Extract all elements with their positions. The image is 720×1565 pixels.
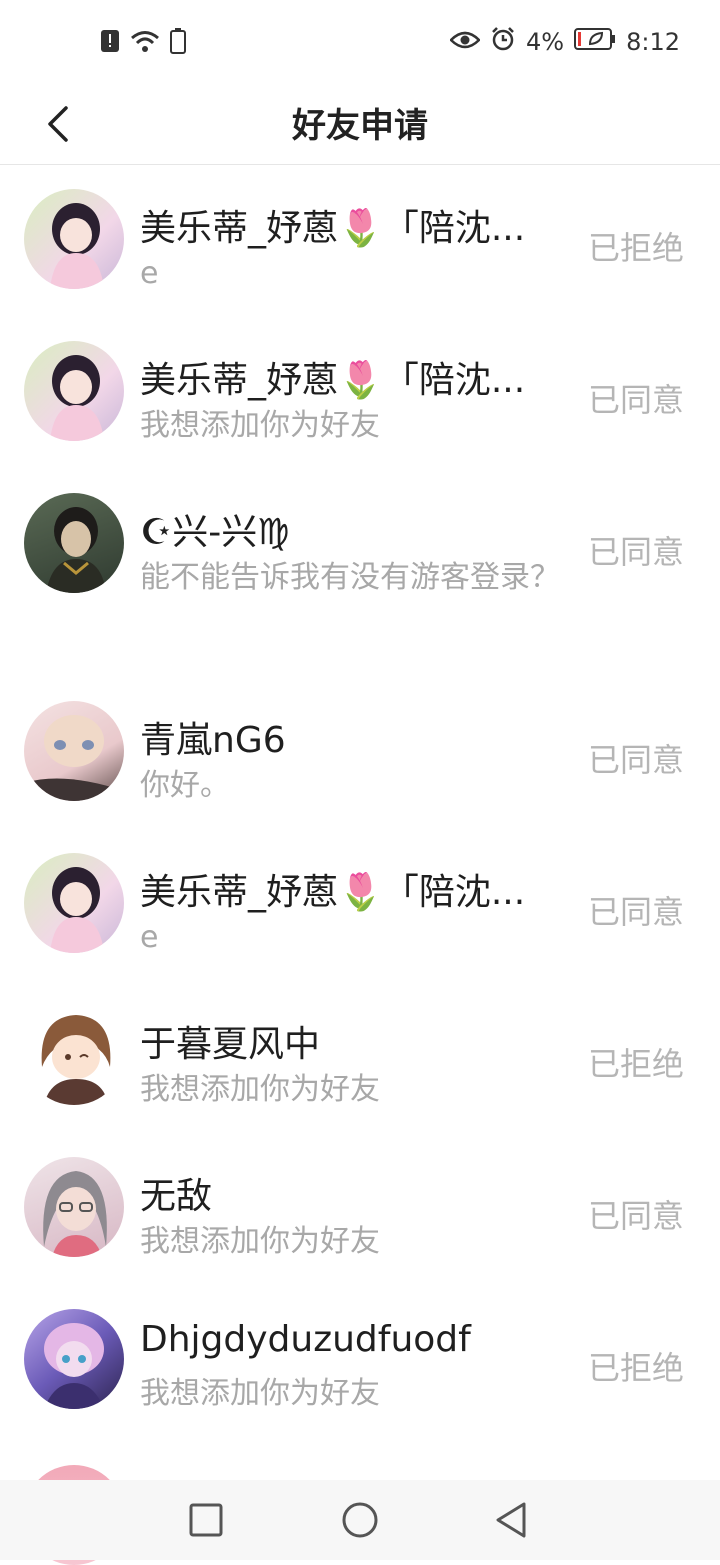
request-row[interactable]: 美乐蒂_妤蒽🌷「陪沈... e 已同意 [0, 829, 720, 981]
request-message: 你好。 [140, 768, 230, 803]
page-title: 好友申请 [292, 106, 428, 146]
home-button[interactable] [340, 1500, 380, 1540]
wifi-icon [130, 29, 160, 57]
circle-icon [342, 1502, 378, 1538]
avatar [24, 1005, 124, 1105]
battery-saver-icon [574, 28, 616, 56]
system-nav-bar [0, 1480, 720, 1560]
triangle-back-icon [496, 1502, 526, 1538]
request-status: 已拒绝 [588, 229, 685, 267]
request-message: e [140, 920, 159, 955]
request-status: 已同意 [588, 1197, 685, 1235]
avatar [24, 1157, 124, 1257]
request-message: 我想添加你为好友 [140, 1376, 380, 1411]
status-right-icons: 4% 8:12 [449, 26, 680, 58]
recents-button[interactable] [186, 1500, 226, 1540]
request-row[interactable]: 于暮夏风中 我想添加你为好友 已拒绝 [0, 981, 720, 1133]
requester-name: 美乐蒂_妤蒽🌷「陪沈... [140, 208, 526, 249]
status-left-icons [100, 28, 186, 58]
nav-header: 好友申请 [0, 84, 720, 165]
avatar [24, 341, 124, 441]
requester-name: ☪兴-兴♍ [140, 512, 290, 553]
back-nav-button[interactable] [492, 1500, 532, 1540]
avatar [24, 189, 124, 289]
request-message: e [140, 256, 159, 291]
avatar [24, 493, 124, 593]
friend-request-list: 美乐蒂_妤蒽🌷「陪沈... e 已拒绝 美乐蒂_妤蒽🌷「陪沈... 我想添加你为… [0, 165, 720, 1565]
request-status: 已同意 [588, 893, 685, 931]
request-row[interactable]: Dhjgdyduzudfuodf 我想添加你为好友 已拒绝 [0, 1285, 720, 1437]
requester-name: 美乐蒂_妤蒽🌷「陪沈... [140, 872, 526, 913]
requester-name: 青嵐nG6 [140, 720, 286, 761]
request-row[interactable]: ☪兴-兴♍ 能不能告诉我有没有游客登录？ 已同意 [0, 469, 720, 677]
eye-icon [449, 28, 481, 56]
alarm-icon [490, 26, 516, 58]
requester-name: 无敌 [140, 1176, 213, 1217]
alert-icon [100, 29, 120, 57]
request-message: 我想添加你为好友 [140, 408, 380, 443]
request-message: 能不能告诉我有没有游客登录？ [140, 560, 560, 595]
request-status: 已同意 [588, 381, 685, 419]
status-bar: 4% 8:12 [0, 0, 720, 84]
request-status: 已拒绝 [588, 1045, 685, 1083]
request-row[interactable]: 青嵐nG6 你好。 已同意 [0, 677, 720, 829]
avatar [24, 853, 124, 953]
avatar [24, 701, 124, 801]
requester-name: 于暮夏风中 [140, 1024, 321, 1065]
requester-name: Dhjgdyduzudfuodf [140, 1319, 471, 1360]
request-status: 已同意 [588, 533, 685, 571]
request-row[interactable]: 美乐蒂_妤蒽🌷「陪沈... 我想添加你为好友 已同意 [0, 317, 720, 469]
square-icon [189, 1503, 223, 1537]
request-status: 已拒绝 [588, 1349, 685, 1387]
battery-percent: 4% [526, 28, 565, 56]
avatar [24, 1309, 124, 1409]
request-message: 我想添加你为好友 [140, 1072, 380, 1107]
requester-name: 美乐蒂_妤蒽🌷「陪沈... [140, 360, 526, 401]
request-status: 已同意 [588, 741, 685, 779]
request-row[interactable]: 无敌 我想添加你为好友 已同意 [0, 1133, 720, 1285]
clock-time: 8:12 [626, 28, 680, 56]
battery-small-icon [170, 28, 186, 58]
request-message: 我想添加你为好友 [140, 1224, 380, 1259]
request-row[interactable]: 美乐蒂_妤蒽🌷「陪沈... e 已拒绝 [0, 165, 720, 317]
